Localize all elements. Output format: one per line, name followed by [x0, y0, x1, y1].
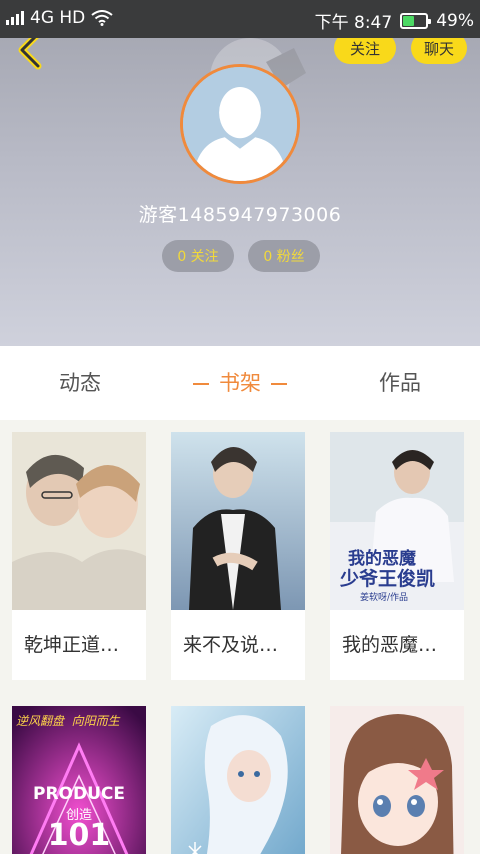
book-card[interactable]: 逆风翻盘 向阳而生 PRODUCE 创造 101 [12, 706, 146, 854]
book-cover: 逆风翻盘 向阳而生 PRODUCE 创造 101 [12, 706, 146, 854]
book-cover: 我的恶魔 少爷王俊凯 姜软呀/作品 [330, 432, 464, 610]
battery-level [403, 15, 414, 26]
book-cover [330, 706, 464, 854]
tab-dynamic[interactable]: 动态 [20, 346, 140, 420]
profile-tabs: 动态 书架 作品 [0, 346, 480, 420]
fans-count[interactable]: 0 粉丝 [248, 240, 320, 272]
default-user-icon [183, 67, 297, 181]
profile-header: 关注 聊天 游客1485947973006 0 关注 0 粉丝 [0, 38, 480, 346]
wifi-icon [91, 10, 113, 26]
chat-button[interactable]: 聊天 [411, 38, 467, 64]
book-title: 我的恶魔… [342, 634, 438, 656]
status-left: 4G HD [6, 8, 113, 28]
book-cover [12, 432, 146, 610]
book-cover-anime-icon [330, 706, 464, 854]
clock: 下午 8:47 [314, 13, 393, 33]
book-card[interactable]: 乾坤正道… [12, 432, 146, 680]
signal-icon [6, 11, 24, 25]
tab-works[interactable]: 作品 [340, 346, 460, 420]
cover-subtitle: 少爷王俊凯 [340, 568, 436, 590]
tab-indicator-right [271, 383, 287, 385]
book-card[interactable]: 我的恶魔 少爷王俊凯 姜软呀/作品 我的恶魔… [330, 432, 464, 680]
avatar[interactable] [180, 64, 300, 184]
tab-bookshelf-label: 书架 [219, 371, 261, 395]
book-cover-anime-icon [171, 706, 305, 854]
book-cover-illustration-icon [12, 432, 146, 610]
book-card[interactable] [330, 706, 464, 854]
tab-indicator-left [193, 383, 209, 385]
book-title: 乾坤正道… [24, 634, 120, 656]
battery-icon [400, 12, 432, 29]
book-cover [171, 432, 305, 610]
battery-percent: 49% [436, 10, 474, 31]
book-title: 来不及说… [183, 634, 279, 656]
book-cover-photo-icon [171, 432, 305, 610]
following-count[interactable]: 0 关注 [162, 240, 234, 272]
back-arrow-icon[interactable] [12, 38, 48, 70]
cover-author: 姜软呀/作品 [360, 593, 409, 603]
cover-number: 101 [47, 818, 111, 853]
cover-slogan: 逆风翻盘 向阳而生 [16, 714, 120, 728]
book-cover [171, 706, 305, 854]
follow-button[interactable]: 关注 [334, 38, 396, 64]
bookshelf-grid: 乾坤正道… 来不及说… 我的恶魔 少爷王俊凯 姜软呀/作品 我的恶魔… 逆风翻盘… [0, 420, 480, 854]
username: 游客1485947973006 [138, 204, 342, 226]
book-card[interactable] [171, 706, 305, 854]
book-card[interactable]: 来不及说… [171, 432, 305, 680]
status-bar: 4G HD 下午 8:47 49% [0, 0, 480, 38]
network-type: 4G HD [30, 8, 86, 28]
status-right: 下午 8:47 49% [314, 8, 474, 34]
tab-bookshelf[interactable]: 书架 [170, 346, 310, 420]
cover-title: PRODUCE [32, 784, 125, 804]
